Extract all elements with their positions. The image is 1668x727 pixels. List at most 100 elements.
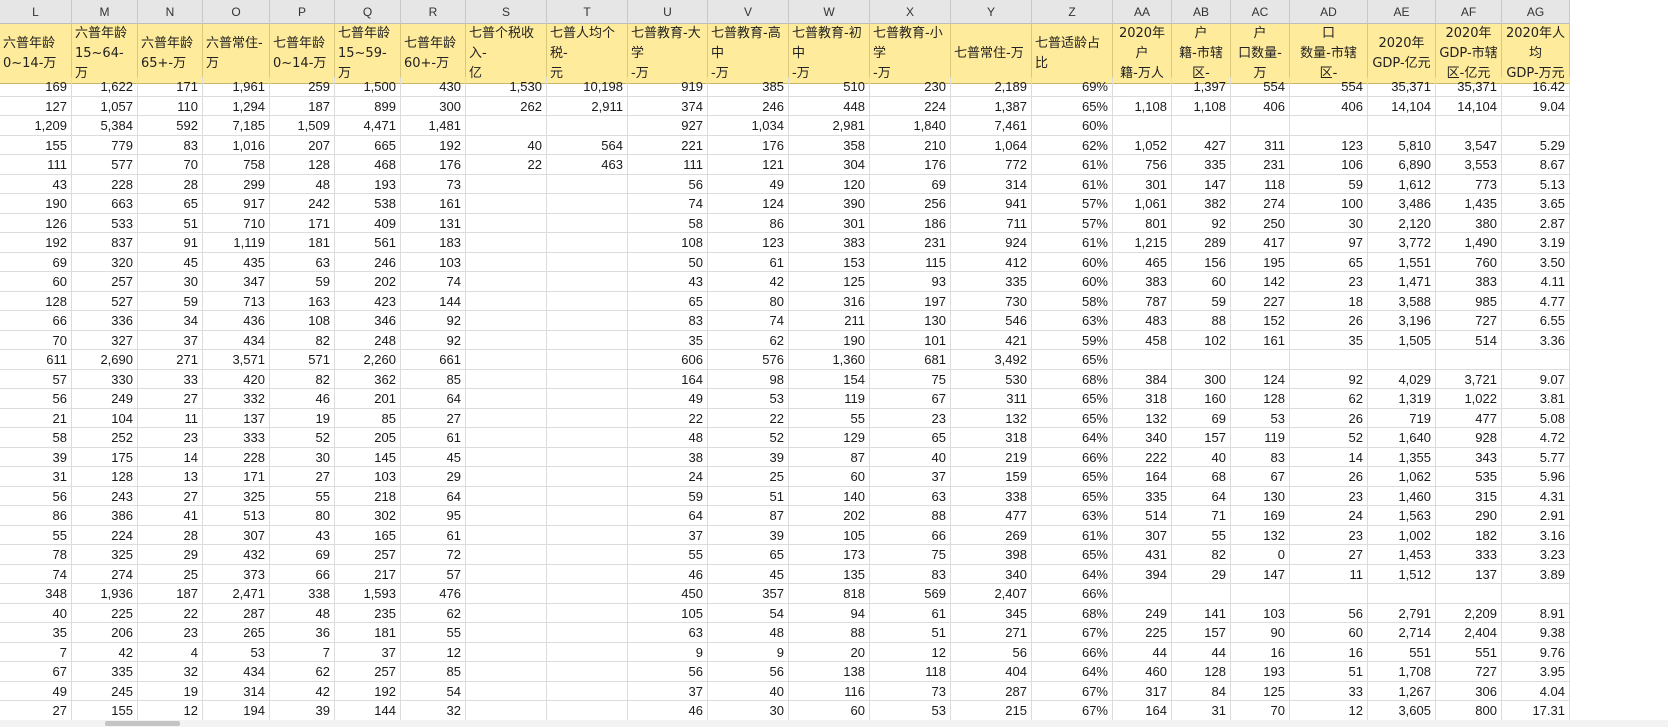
table-cell[interactable]: 345	[951, 603, 1032, 623]
table-cell[interactable]: 43	[270, 525, 335, 545]
scrollbar-thumb[interactable]	[105, 721, 180, 726]
table-cell[interactable]: 93	[870, 272, 951, 292]
table-cell[interactable]: 52	[270, 428, 335, 448]
table-cell[interactable]: 287	[951, 681, 1032, 701]
table-cell[interactable]: 224	[72, 525, 138, 545]
table-cell[interactable]: 67	[870, 389, 951, 409]
table-cell[interactable]	[466, 428, 547, 448]
table-cell[interactable]: 3,721	[1436, 369, 1502, 389]
table-cell[interactable]: 571	[270, 350, 335, 370]
table-cell[interactable]: 514	[1436, 330, 1502, 350]
table-cell[interactable]: 75	[870, 369, 951, 389]
header-cell-y[interactable]: 七普常住-万	[951, 24, 1032, 84]
table-cell[interactable]	[1290, 116, 1368, 136]
table-cell[interactable]: 190	[789, 330, 870, 350]
table-cell[interactable]: 88	[789, 623, 870, 643]
table-cell[interactable]: 144	[335, 701, 401, 721]
table-cell[interactable]: 125	[1231, 681, 1290, 701]
table-cell[interactable]: 147	[1231, 564, 1290, 584]
table-cell[interactable]: 70	[1231, 701, 1290, 721]
table-cell[interactable]: 85	[401, 369, 466, 389]
table-cell[interactable]: 463	[547, 155, 628, 175]
table-cell[interactable]: 55	[1172, 525, 1231, 545]
table-cell[interactable]: 59	[628, 486, 708, 506]
table-cell[interactable]: 163	[270, 291, 335, 311]
table-cell[interactable]: 228	[72, 174, 138, 194]
table-cell[interactable]: 1,057	[72, 96, 138, 116]
header-cell-af[interactable]: 2020年 GDP-市辖 区-亿元	[1436, 24, 1502, 84]
table-cell[interactable]: 27	[1290, 545, 1368, 565]
table-cell[interactable]: 88	[870, 506, 951, 526]
table-cell[interactable]: 108	[270, 311, 335, 331]
table-cell[interactable]: 22	[628, 408, 708, 428]
table-cell[interactable]: 59	[270, 272, 335, 292]
table-cell[interactable]: 217	[335, 564, 401, 584]
header-cell-q[interactable]: 七普年龄 15~59-万	[335, 24, 401, 84]
table-cell[interactable]: 169	[0, 77, 72, 97]
table-cell[interactable]: 6,890	[1368, 155, 1436, 175]
table-cell[interactable]: 69	[0, 252, 72, 272]
table-cell[interactable]	[1172, 350, 1231, 370]
table-cell[interactable]: 427	[1172, 135, 1231, 155]
table-cell[interactable]: 105	[789, 525, 870, 545]
table-cell[interactable]: 9	[628, 642, 708, 662]
table-cell[interactable]: 235	[335, 603, 401, 623]
table-cell[interactable]: 302	[335, 506, 401, 526]
table-cell[interactable]: 1,355	[1368, 447, 1436, 467]
table-cell[interactable]	[547, 252, 628, 272]
table-cell[interactable]: 228	[203, 447, 270, 467]
table-cell[interactable]	[466, 467, 547, 487]
table-cell[interactable]: 104	[72, 408, 138, 428]
table-cell[interactable]: 546	[951, 311, 1032, 331]
table-cell[interactable]: 155	[0, 135, 72, 155]
column-letter-aa[interactable]: AA	[1113, 0, 1172, 24]
table-cell[interactable]: 404	[951, 662, 1032, 682]
table-cell[interactable]: 71	[1172, 506, 1231, 526]
table-cell[interactable]: 1,062	[1368, 467, 1436, 487]
table-cell[interactable]: 48	[270, 603, 335, 623]
table-cell[interactable]: 406	[1290, 96, 1368, 116]
table-cell[interactable]: 1,397	[1172, 77, 1231, 97]
table-cell[interactable]	[1436, 116, 1502, 136]
table-cell[interactable]: 124	[1231, 369, 1290, 389]
table-cell[interactable]	[466, 330, 547, 350]
table-cell[interactable]: 72	[401, 545, 466, 565]
table-cell[interactable]: 92	[401, 311, 466, 331]
table-cell[interactable]: 88	[1172, 311, 1231, 331]
table-cell[interactable]: 119	[789, 389, 870, 409]
table-cell[interactable]	[547, 467, 628, 487]
table-cell[interactable]	[547, 662, 628, 682]
column-letter-y[interactable]: Y	[951, 0, 1032, 24]
table-cell[interactable]: 37	[335, 642, 401, 662]
table-cell[interactable]: 108	[628, 233, 708, 253]
table-cell[interactable]: 383	[1113, 272, 1172, 292]
header-cell-ag[interactable]: 2020年人均 GDP-万元	[1502, 24, 1570, 84]
table-cell[interactable]: 2,690	[72, 350, 138, 370]
table-cell[interactable]: 343	[1436, 447, 1502, 467]
table-cell[interactable]: 65	[870, 428, 951, 448]
table-cell[interactable]: 5.13	[1502, 174, 1570, 194]
table-cell[interactable]	[547, 272, 628, 292]
table-cell[interactable]: 69	[270, 545, 335, 565]
table-cell[interactable]: 250	[1231, 213, 1290, 233]
table-cell[interactable]: 3.65	[1502, 194, 1570, 214]
table-cell[interactable]: 271	[951, 623, 1032, 643]
table-cell[interactable]: 3,605	[1368, 701, 1436, 721]
table-cell[interactable]: 4.72	[1502, 428, 1570, 448]
table-cell[interactable]: 9.38	[1502, 623, 1570, 643]
table-cell[interactable]: 311	[1231, 135, 1290, 155]
table-cell[interactable]: 554	[1231, 77, 1290, 97]
spreadsheet-grid[interactable]: L M N O P Q R S T U V W X Y Z AA AB AC AD AE AF AG 六普年龄 0~14-…	[0, 0, 1668, 727]
table-cell[interactable]	[466, 252, 547, 272]
table-cell[interactable]: 67	[0, 662, 72, 682]
table-cell[interactable]: 7	[270, 642, 335, 662]
column-letter-x[interactable]: X	[870, 0, 951, 24]
table-cell[interactable]: 157	[1172, 428, 1231, 448]
table-cell[interactable]: 510	[789, 77, 870, 97]
table-cell[interactable]: 4.31	[1502, 486, 1570, 506]
table-cell[interactable]: 3,486	[1368, 194, 1436, 214]
table-cell[interactable]: 34	[138, 311, 203, 331]
table-cell[interactable]: 1,622	[72, 77, 138, 97]
table-cell[interactable]: 152	[1231, 311, 1290, 331]
table-cell[interactable]	[466, 564, 547, 584]
